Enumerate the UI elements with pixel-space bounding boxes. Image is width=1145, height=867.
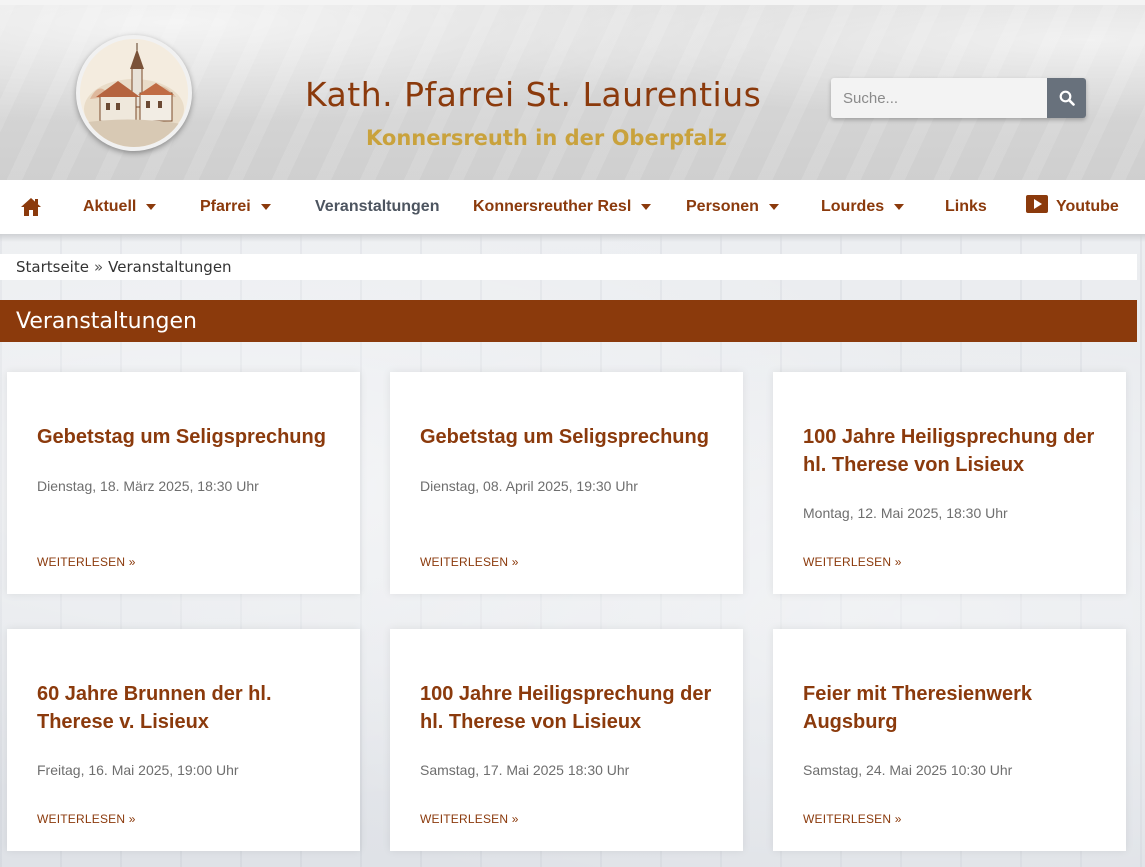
breadcrumb-separator: » xyxy=(93,258,104,276)
event-date: Freitag, 16. Mai 2025, 19:00 Uhr xyxy=(37,762,239,778)
nav-item-label: Youtube xyxy=(1056,198,1119,215)
search-bar xyxy=(831,78,1086,118)
parish-logo[interactable] xyxy=(76,35,192,151)
nav-item-label: Pfarrei xyxy=(200,198,251,215)
event-card: 100 Jahre Heiligsprechung der hl. Theres… xyxy=(773,372,1126,594)
nav-item-label: Lourdes xyxy=(821,198,885,215)
nav-item-label: Personen xyxy=(686,198,759,215)
site-title[interactable]: Kath. Pfarrei St. Laurentius xyxy=(305,75,775,114)
nav-item-konnersreuther-resl[interactable]: Konnersreuther Resl xyxy=(473,180,652,234)
event-date: Samstag, 17. Mai 2025 18:30 Uhr xyxy=(420,762,630,778)
read-more-link[interactable]: WEITERLESEN » xyxy=(803,812,902,826)
church-drawing-icon xyxy=(80,39,188,147)
caret-down-icon xyxy=(146,204,157,210)
read-more-link[interactable]: WEITERLESEN » xyxy=(420,555,519,569)
nav-item-personen[interactable]: Personen xyxy=(686,180,779,234)
nav-item-label: Aktuell xyxy=(83,198,137,215)
caret-down-icon xyxy=(894,204,905,210)
nav-home[interactable] xyxy=(20,180,42,234)
nav-item-label: Konnersreuther Resl xyxy=(473,198,632,215)
caret-down-icon xyxy=(641,204,652,210)
site-subtitle: Konnersreuth in der Oberpfalz xyxy=(366,126,727,150)
site-header: Kath. Pfarrei St. Laurentius Konnersreut… xyxy=(0,5,1145,180)
event-card: 60 Jahre Brunnen der hl. Therese v. Lisi… xyxy=(7,629,360,851)
read-more-link[interactable]: WEITERLESEN » xyxy=(37,812,136,826)
event-date: Montag, 12. Mai 2025, 18:30 Uhr xyxy=(803,505,1008,521)
search-icon xyxy=(1059,90,1075,106)
caret-down-icon xyxy=(768,204,779,210)
nav-item-aktuell[interactable]: Aktuell xyxy=(83,180,157,234)
event-card: Feier mit Theresienwerk Augsburg Samstag… xyxy=(773,629,1126,851)
event-date: Samstag, 24. Mai 2025 10:30 Uhr xyxy=(803,762,1013,778)
event-title-link[interactable]: 100 Jahre Heiligsprechung der hl. Theres… xyxy=(420,680,720,736)
nav-item-links[interactable]: Links xyxy=(945,180,987,234)
event-card: Gebetstag um Seligsprechung Dienstag, 18… xyxy=(7,372,360,594)
nav-item-youtube[interactable]: Youtube xyxy=(1026,180,1119,234)
nav-shadow xyxy=(0,234,1145,242)
nav-item-pfarrei[interactable]: Pfarrei xyxy=(200,180,271,234)
breadcrumb-home-link[interactable]: Startseite xyxy=(16,258,89,276)
nav-item-lourdes[interactable]: Lourdes xyxy=(821,180,905,234)
breadcrumb-current: Veranstaltungen xyxy=(108,258,232,276)
event-title-link[interactable]: Gebetstag um Seligsprechung xyxy=(37,423,337,451)
event-title-link[interactable]: 100 Jahre Heiligsprechung der hl. Theres… xyxy=(803,423,1103,479)
event-title-link[interactable]: Gebetstag um Seligsprechung xyxy=(420,423,720,451)
read-more-link[interactable]: WEITERLESEN » xyxy=(803,555,902,569)
event-date: Dienstag, 18. März 2025, 18:30 Uhr xyxy=(37,478,259,494)
event-date: Dienstag, 08. April 2025, 19:30 Uhr xyxy=(420,478,638,494)
search-input[interactable] xyxy=(831,78,1047,118)
event-title-link[interactable]: Feier mit Theresienwerk Augsburg xyxy=(803,680,1103,736)
nav-item-label: Links xyxy=(945,198,987,215)
search-button[interactable] xyxy=(1047,78,1086,118)
nav-item-veranstaltungen[interactable]: Veranstaltungen xyxy=(315,180,439,234)
nav-item-label: Veranstaltungen xyxy=(315,198,440,215)
breadcrumb: Startseite » Veranstaltungen xyxy=(0,254,1137,280)
page-title: Veranstaltungen xyxy=(0,300,1137,342)
read-more-link[interactable]: WEITERLESEN » xyxy=(420,812,519,826)
home-icon xyxy=(21,198,41,216)
main-nav: Aktuell Pfarrei Veranstaltungen Konnersr… xyxy=(0,180,1145,234)
event-card: 100 Jahre Heiligsprechung der hl. Theres… xyxy=(390,629,743,851)
event-title-link[interactable]: 60 Jahre Brunnen der hl. Therese v. Lisi… xyxy=(37,680,337,736)
caret-down-icon xyxy=(260,204,271,210)
event-card: Gebetstag um Seligsprechung Dienstag, 08… xyxy=(390,372,743,594)
youtube-icon xyxy=(1026,195,1048,213)
read-more-link[interactable]: WEITERLESEN » xyxy=(37,555,136,569)
